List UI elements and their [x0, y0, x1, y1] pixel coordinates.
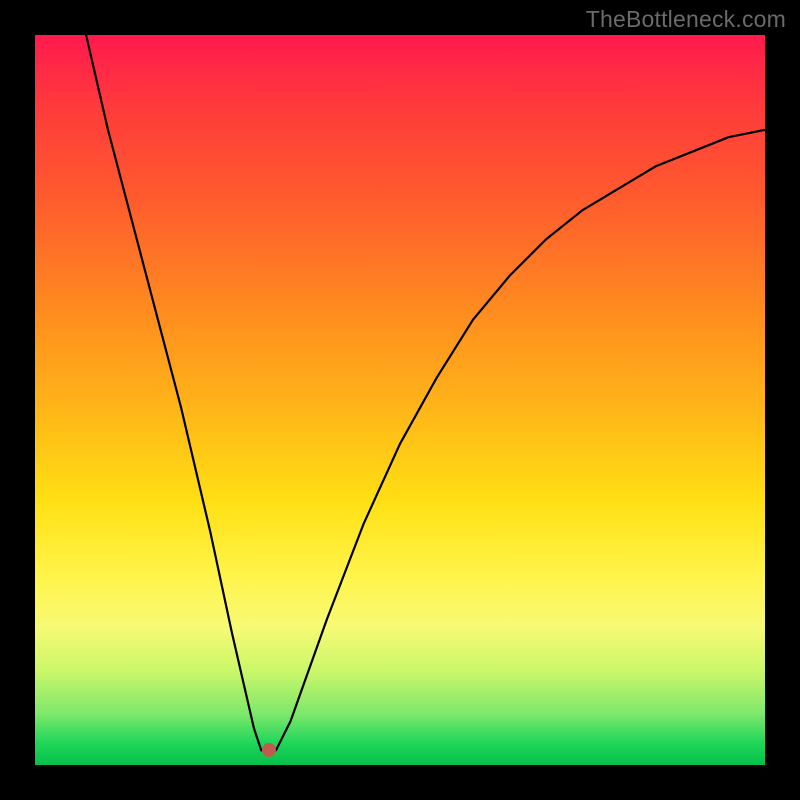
chart-frame: TheBottleneck.com — [0, 0, 800, 800]
optimum-marker — [262, 743, 276, 757]
curve-svg — [35, 35, 765, 765]
bottleneck-curve — [86, 35, 765, 750]
watermark-text: TheBottleneck.com — [586, 6, 786, 33]
gradient-plot-area — [35, 35, 765, 765]
